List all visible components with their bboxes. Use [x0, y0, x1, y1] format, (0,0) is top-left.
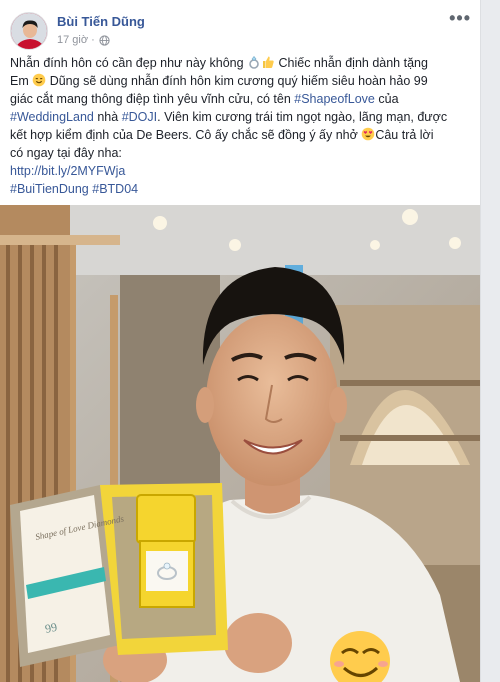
- more-options-button[interactable]: •••: [449, 8, 471, 29]
- hashtag-link[interactable]: #WeddingLand: [10, 110, 94, 124]
- text-line: Dũng sẽ dùng nhẫn đính hôn kim cương quý…: [46, 74, 428, 88]
- hashtag-link[interactable]: #ShapeofLove: [294, 92, 375, 106]
- globe-icon: [99, 34, 110, 46]
- author-name[interactable]: Bùi Tiến Dũng: [57, 14, 145, 29]
- post-time[interactable]: 17 giờ ·: [57, 34, 95, 46]
- text-line: Nhẫn đính hôn có cần đẹp như này không: [10, 56, 248, 70]
- photo-image: Shape of Love Diamonds 99: [0, 205, 480, 682]
- post-meta: 17 giờ ·: [57, 34, 110, 46]
- text-line: Câu trả lời: [375, 128, 434, 142]
- text-line: của: [374, 92, 399, 106]
- ring-emoji: [249, 56, 259, 69]
- smiling-face-emoji: [32, 73, 46, 87]
- avatar-image: [11, 13, 47, 49]
- post-link[interactable]: http://bit.ly/2MYFWja: [10, 164, 125, 178]
- facebook-post-card: Bùi Tiến Dũng 17 giờ · ••• Nhẫn đính hôn…: [0, 0, 481, 682]
- hashtag-link[interactable]: #DOJI: [122, 110, 157, 124]
- text-line: giác cắt mang thông điệp tình yêu vĩnh c…: [10, 92, 295, 106]
- thumbs-up-emoji: [263, 56, 274, 68]
- text-line: . Viên kim cương trái tim ngọt ngào, lãn…: [157, 110, 448, 124]
- heart-eyes-emoji: [362, 127, 375, 141]
- text-line: nhà: [93, 110, 122, 124]
- jewelry-box: [10, 483, 228, 667]
- author-avatar[interactable]: [10, 12, 48, 50]
- post-text: Nhẫn đính hôn có cần đẹp như này không C…: [10, 54, 472, 198]
- hashtag-link[interactable]: #BTD04: [92, 182, 138, 196]
- hashtag-link[interactable]: #BuiTienDung: [10, 182, 89, 196]
- text-line: Chiếc nhẫn định dành tặng: [275, 56, 428, 70]
- text-line: Em: [10, 74, 33, 88]
- text-line: kết hợp kiểm định của De Beers. Cô ấy ch…: [10, 128, 362, 142]
- post-header: Bùi Tiến Dũng 17 giờ · •••: [10, 8, 475, 50]
- text-line: có ngay tại đây nha:: [10, 146, 122, 160]
- post-photo[interactable]: Shape of Love Diamonds 99: [0, 205, 480, 682]
